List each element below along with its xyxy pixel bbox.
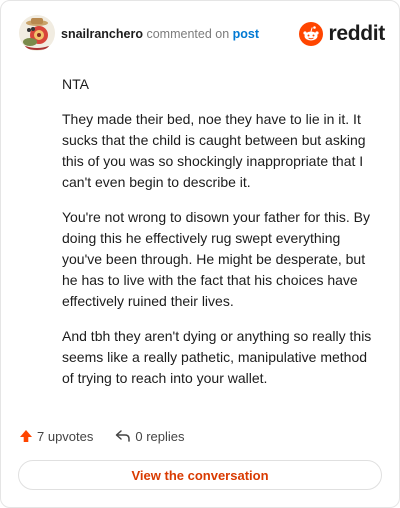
comment-body: NTA They made their bed, noe they have t… [62,74,380,403]
replies-stat[interactable]: 0 replies [115,428,185,444]
comment-paragraph: NTA [62,76,89,92]
comment-header: snailranchero commented on post reddit [19,15,385,55]
post-link[interactable]: post [233,27,259,41]
reply-arrow-icon [116,430,131,442]
reddit-wordmark: reddit [328,22,385,45]
snail-avatar-icon [19,15,55,51]
comment-footer: 7 upvotes 0 replies [19,425,207,447]
comment-paragraph: And tbh they aren't dying or anything so… [62,328,372,386]
view-conversation-button[interactable]: View the conversation [18,460,382,490]
comment-embed-card: snailranchero commented on post reddit N… [0,0,400,508]
comment-paragraph: They made their bed, noe they have to li… [62,111,366,190]
upvotes-stat[interactable]: 7 upvotes [19,429,93,444]
comment-byline: snailranchero commented on post [61,27,259,41]
upvotes-count: 7 upvotes [37,428,94,444]
reddit-alien-icon [299,22,324,46]
upvote-arrow-icon [20,430,32,442]
user-avatar[interactable] [19,15,55,51]
reddit-brand[interactable]: reddit [299,21,385,47]
replies-count: 0 replies [135,428,185,444]
comment-paragraph: You're not wrong to disown your father f… [62,209,370,309]
username-link[interactable]: snailranchero [61,27,143,41]
byline-action: commented on [146,27,230,41]
